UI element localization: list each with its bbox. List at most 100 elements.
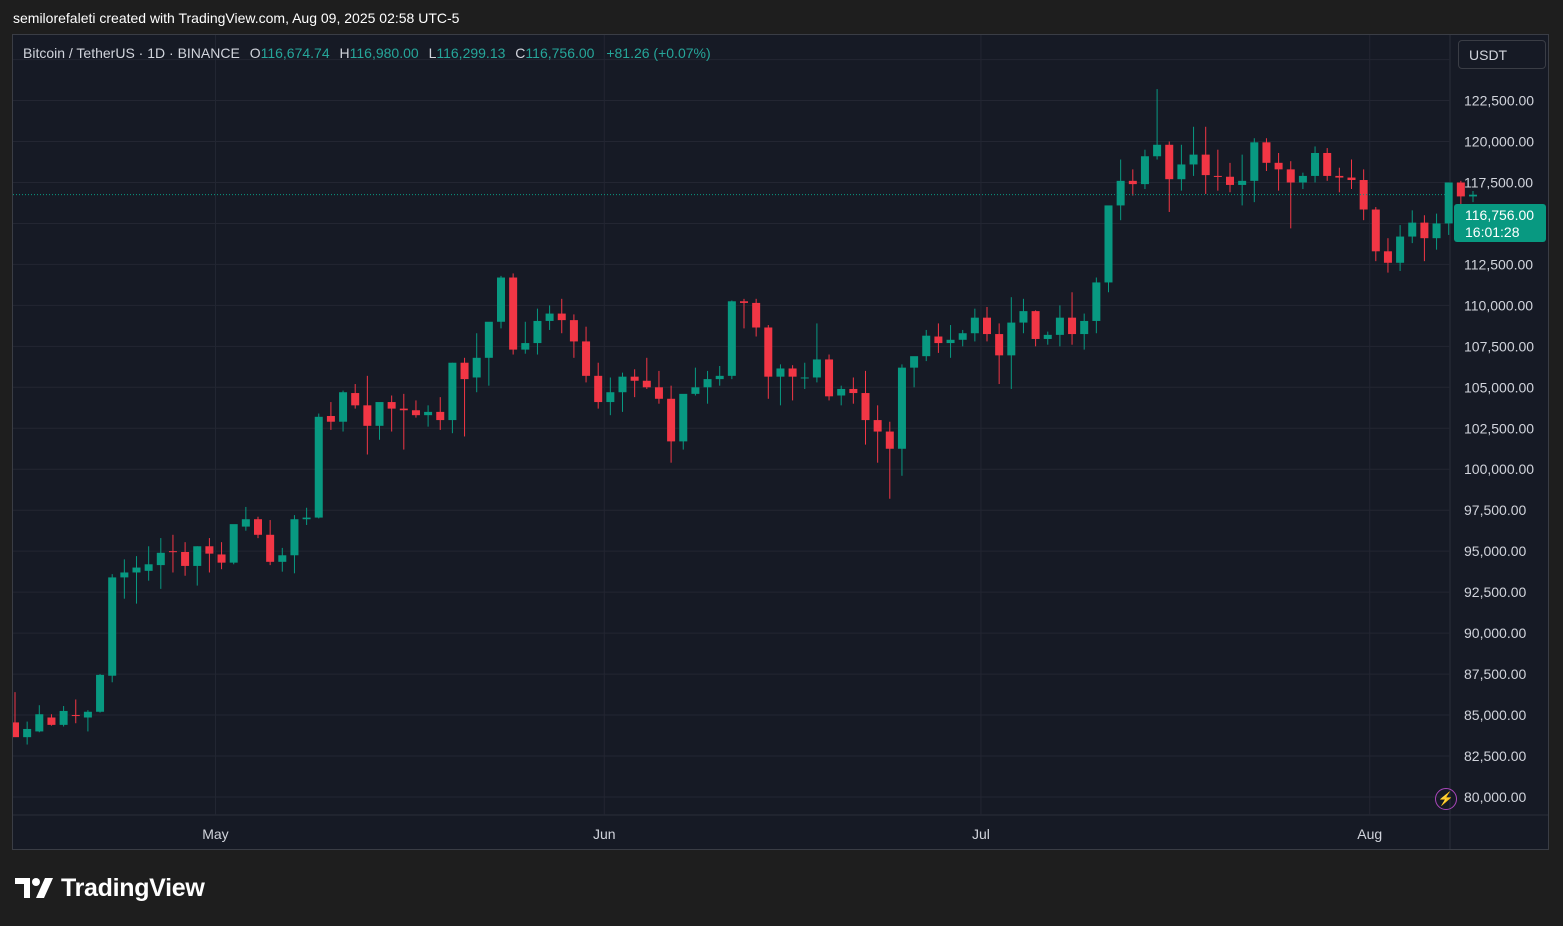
candle-body bbox=[120, 572, 129, 578]
candle-body bbox=[314, 416, 323, 518]
candle bbox=[776, 364, 785, 406]
candle bbox=[509, 273, 518, 355]
candle bbox=[1383, 238, 1392, 273]
candle bbox=[849, 377, 858, 404]
candle-body bbox=[1347, 177, 1356, 181]
candle bbox=[873, 405, 882, 463]
y-tick-label: 92,500.00 bbox=[1464, 584, 1526, 600]
candle-body bbox=[1432, 223, 1441, 239]
time-axis: May Jun Jul Aug bbox=[202, 826, 1382, 842]
candle-body bbox=[691, 387, 700, 394]
candle-body bbox=[594, 375, 603, 403]
candle-body bbox=[667, 398, 676, 442]
candle-body bbox=[825, 359, 834, 397]
candle-body bbox=[484, 321, 493, 358]
candle-body bbox=[1068, 317, 1077, 335]
tradingview-logo: TradingView bbox=[15, 874, 205, 902]
candle-body bbox=[217, 554, 226, 563]
candle-body bbox=[326, 415, 335, 422]
candle bbox=[193, 546, 202, 586]
candle bbox=[618, 372, 627, 412]
candle bbox=[1043, 331, 1052, 345]
y-tick-label: 112,500.00 bbox=[1464, 256, 1533, 272]
candle-body bbox=[411, 410, 420, 416]
candle bbox=[314, 413, 323, 519]
candle-body bbox=[1031, 311, 1040, 339]
candle bbox=[654, 370, 663, 404]
price-chart[interactable]: 125,000.00122,500.00120,000.00117,500.00… bbox=[13, 35, 1549, 850]
x-tick-label: May bbox=[202, 826, 228, 842]
chart-caption: semilorefaleti created with TradingView.… bbox=[13, 10, 460, 26]
candle bbox=[339, 390, 348, 432]
candle bbox=[691, 367, 700, 396]
candle bbox=[1189, 126, 1198, 176]
candles bbox=[13, 89, 1477, 745]
lightning-icon[interactable]: ⚡ bbox=[1435, 788, 1457, 810]
candle-body bbox=[132, 567, 141, 573]
candle-body bbox=[290, 519, 299, 556]
candle bbox=[217, 542, 226, 570]
candle-body bbox=[1335, 175, 1344, 178]
candle bbox=[521, 321, 530, 354]
candle-body bbox=[618, 376, 627, 393]
candle-body bbox=[1128, 180, 1137, 185]
candle-body bbox=[1007, 322, 1016, 356]
candle-body bbox=[1396, 236, 1405, 263]
candle-body bbox=[375, 402, 384, 426]
candle-body bbox=[764, 327, 773, 377]
ohlc-legend: Bitcoin / TetherUS · 1D · BINANCE O116,6… bbox=[23, 45, 711, 61]
candle-body bbox=[521, 343, 530, 350]
candle bbox=[399, 393, 408, 450]
symbol-title[interactable]: Bitcoin / TetherUS · 1D · BINANCE bbox=[23, 45, 240, 61]
candle bbox=[837, 385, 846, 406]
candle-body bbox=[156, 552, 165, 566]
candle-body bbox=[205, 546, 214, 554]
candle-body bbox=[1201, 154, 1210, 176]
candle bbox=[910, 356, 919, 388]
candle-body bbox=[812, 359, 821, 378]
chart-panel[interactable]: 125,000.00122,500.00120,000.00117,500.00… bbox=[12, 34, 1549, 850]
y-tick-label: 80,000.00 bbox=[1464, 789, 1526, 805]
y-tick-label: 82,500.00 bbox=[1464, 748, 1526, 764]
candle bbox=[1226, 162, 1234, 193]
candle bbox=[812, 323, 821, 383]
y-tick-label: 90,000.00 bbox=[1464, 625, 1526, 641]
candle-body bbox=[497, 277, 505, 322]
candle-body bbox=[788, 368, 797, 377]
candle-body bbox=[1238, 180, 1247, 185]
candle bbox=[326, 402, 335, 430]
candle bbox=[1092, 277, 1101, 334]
candle bbox=[96, 674, 105, 713]
candle-body bbox=[229, 524, 238, 563]
candle bbox=[545, 305, 554, 330]
candle-body bbox=[1250, 142, 1259, 181]
price-axis: 125,000.00122,500.00120,000.00117,500.00… bbox=[1464, 52, 1534, 805]
brand-name: TradingView bbox=[61, 873, 205, 902]
candle-body bbox=[703, 379, 712, 388]
candle bbox=[484, 321, 493, 386]
y-tick-label: 105,000.00 bbox=[1464, 379, 1534, 395]
candle-body bbox=[1213, 175, 1222, 177]
candle-body bbox=[168, 551, 177, 553]
change-value: +81.26 (+0.07%) bbox=[606, 45, 711, 61]
y-tick-label: 97,500.00 bbox=[1464, 502, 1526, 518]
currency-button[interactable]: USDT bbox=[1458, 40, 1546, 69]
candle bbox=[387, 395, 396, 432]
y-tick-label: 87,500.00 bbox=[1464, 666, 1526, 682]
candle bbox=[715, 366, 724, 386]
candle-body bbox=[1019, 311, 1028, 323]
candle bbox=[727, 300, 736, 380]
candle-body bbox=[241, 519, 250, 527]
candle bbox=[1286, 161, 1295, 229]
candle bbox=[424, 405, 433, 427]
candle-body bbox=[1469, 194, 1477, 197]
candle bbox=[1432, 213, 1441, 250]
candle-body bbox=[387, 402, 396, 409]
candle bbox=[266, 520, 275, 566]
candle-body bbox=[800, 377, 809, 379]
candle-body bbox=[1092, 282, 1101, 321]
candle bbox=[740, 298, 748, 329]
y-tick-label: 117,500.00 bbox=[1464, 174, 1533, 190]
candle-body bbox=[83, 711, 92, 718]
candle-body bbox=[557, 313, 566, 321]
